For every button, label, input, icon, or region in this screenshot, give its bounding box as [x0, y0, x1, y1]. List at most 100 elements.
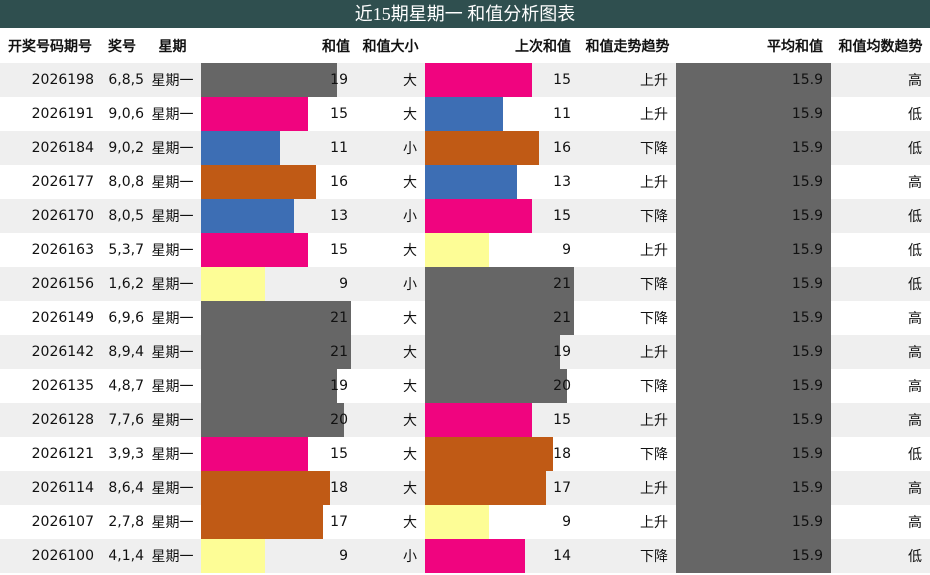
header-numbers: 奖号 — [108, 38, 136, 55]
avg-cell: 15.9 — [676, 437, 831, 471]
weekday-cell: 星期一 — [144, 539, 201, 573]
avg-cell: 15.9 — [676, 97, 831, 131]
trend-cell: 下降 — [579, 369, 676, 403]
sum-cell: 11 — [201, 131, 356, 165]
prev-sum-cell: 15 — [425, 403, 579, 437]
table-row: 2026142 8,9,4 星期一 21 大 19 上升 15.9 高 — [0, 335, 930, 369]
prev-sum-cell-value: 19 — [553, 344, 571, 360]
size-cell: 小 — [356, 539, 425, 573]
prev-sum-cell-value: 20 — [553, 378, 571, 394]
header-trend: 和值走势趋势 — [585, 38, 670, 55]
prev-sum-cell-value: 16 — [553, 140, 571, 156]
trend-cell: 上升 — [579, 165, 676, 199]
prev-sum-cell-value: 13 — [553, 174, 571, 190]
weekday-cell: 星期一 — [144, 505, 201, 539]
numbers-cell: 6,8,5 — [100, 63, 144, 97]
avg-cell: 15.9 — [676, 301, 831, 335]
avg-trend-cell: 低 — [831, 131, 930, 165]
avg-trend-cell: 高 — [831, 165, 930, 199]
avg-cell: 15.9 — [676, 131, 831, 165]
issue-cell: 2026163 — [0, 233, 100, 267]
trend-cell: 下降 — [579, 301, 676, 335]
sum-cell: 15 — [201, 437, 356, 471]
sum-cell: 15 — [201, 233, 356, 267]
prev-sum-cell: 19 — [425, 335, 579, 369]
prev-sum-cell-value: 14 — [553, 548, 571, 564]
sum-cell: 18 — [201, 471, 356, 505]
issue-cell: 2026170 — [0, 199, 100, 233]
avg-trend-cell: 低 — [831, 267, 930, 301]
numbers-cell: 7,7,6 — [100, 403, 144, 437]
size-cell: 大 — [356, 301, 425, 335]
issue-cell: 2026121 — [0, 437, 100, 471]
prev-sum-cell-value: 15 — [553, 208, 571, 224]
sum-cell-value: 9 — [339, 276, 348, 292]
issue-cell: 2026135 — [0, 369, 100, 403]
avg-trend-cell: 高 — [831, 505, 930, 539]
trend-cell: 上升 — [579, 97, 676, 131]
issue-cell: 2026149 — [0, 301, 100, 335]
avg-trend-cell: 高 — [831, 301, 930, 335]
size-cell: 大 — [356, 233, 425, 267]
prev-sum-cell: 15 — [425, 63, 579, 97]
avg-cell: 15.9 — [676, 403, 831, 437]
prev-sum-cell-value: 17 — [553, 480, 571, 496]
prev-sum-cell: 17 — [425, 471, 579, 505]
issue-cell: 2026184 — [0, 131, 100, 165]
size-cell: 大 — [356, 97, 425, 131]
numbers-cell: 8,0,5 — [100, 199, 144, 233]
size-cell: 小 — [356, 199, 425, 233]
issue-cell: 2026191 — [0, 97, 100, 131]
size-cell: 大 — [356, 63, 425, 97]
prev-sum-cell: 18 — [425, 437, 579, 471]
size-cell: 大 — [356, 165, 425, 199]
sum-cell: 20 — [201, 403, 356, 437]
table-row: 2026156 1,6,2 星期一 9 小 21 下降 15.9 低 — [0, 267, 930, 301]
sum-analysis-table: 开奖号码期号 奖号 星期 和值 和值大小 上次和值 和值走势趋势 平均和值 和值… — [0, 28, 930, 573]
sum-cell: 19 — [201, 369, 356, 403]
trend-cell: 上升 — [579, 63, 676, 97]
avg-cell: 15.9 — [676, 335, 831, 369]
sum-cell-value: 18 — [330, 480, 348, 496]
sum-cell-value: 17 — [330, 514, 348, 530]
prev-sum-cell-value: 18 — [553, 446, 571, 462]
sum-cell-value: 15 — [330, 106, 348, 122]
prev-sum-cell-value: 21 — [553, 310, 571, 326]
issue-cell: 2026156 — [0, 267, 100, 301]
table-row: 2026107 2,7,8 星期一 17 大 9 上升 15.9 高 — [0, 505, 930, 539]
table-row: 2026198 6,8,5 星期一 19 大 15 上升 15.9 高 — [0, 63, 930, 97]
numbers-cell: 1,6,2 — [100, 267, 144, 301]
issue-cell: 2026142 — [0, 335, 100, 369]
prev-sum-cell-value: 21 — [553, 276, 571, 292]
table-row: 2026177 8,0,8 星期一 16 大 13 上升 15.9 高 — [0, 165, 930, 199]
numbers-cell: 8,0,8 — [100, 165, 144, 199]
table-row: 2026184 9,0,2 星期一 11 小 16 下降 15.9 低 — [0, 131, 930, 165]
header-sum: 和值 — [322, 38, 350, 55]
prev-sum-cell: 11 — [425, 97, 579, 131]
avg-cell: 15.9 — [676, 539, 831, 573]
size-cell: 大 — [356, 505, 425, 539]
numbers-cell: 4,1,4 — [100, 539, 144, 573]
sum-cell-value: 20 — [330, 412, 348, 428]
prev-sum-cell: 21 — [425, 267, 579, 301]
prev-sum-cell: 20 — [425, 369, 579, 403]
size-cell: 大 — [356, 335, 425, 369]
numbers-cell: 2,7,8 — [100, 505, 144, 539]
header-weekday: 星期 — [158, 38, 187, 55]
avg-cell: 15.9 — [676, 233, 831, 267]
page-title: 近15期星期一 和值分析图表 — [0, 0, 930, 28]
table-row: 2026149 6,9,6 星期一 21 大 21 下降 15.9 高 — [0, 301, 930, 335]
header-issue: 开奖号码期号 — [8, 38, 92, 55]
sum-cell: 9 — [201, 539, 356, 573]
numbers-cell: 3,9,3 — [100, 437, 144, 471]
avg-trend-cell: 低 — [831, 199, 930, 233]
weekday-cell: 星期一 — [144, 165, 201, 199]
sum-cell: 9 — [201, 267, 356, 301]
trend-cell: 下降 — [579, 199, 676, 233]
avg-trend-cell: 低 — [831, 437, 930, 471]
table-row: 2026121 3,9,3 星期一 15 大 18 下降 15.9 低 — [0, 437, 930, 471]
size-cell: 小 — [356, 267, 425, 301]
avg-trend-cell: 高 — [831, 471, 930, 505]
size-cell: 大 — [356, 437, 425, 471]
avg-cell: 15.9 — [676, 63, 831, 97]
